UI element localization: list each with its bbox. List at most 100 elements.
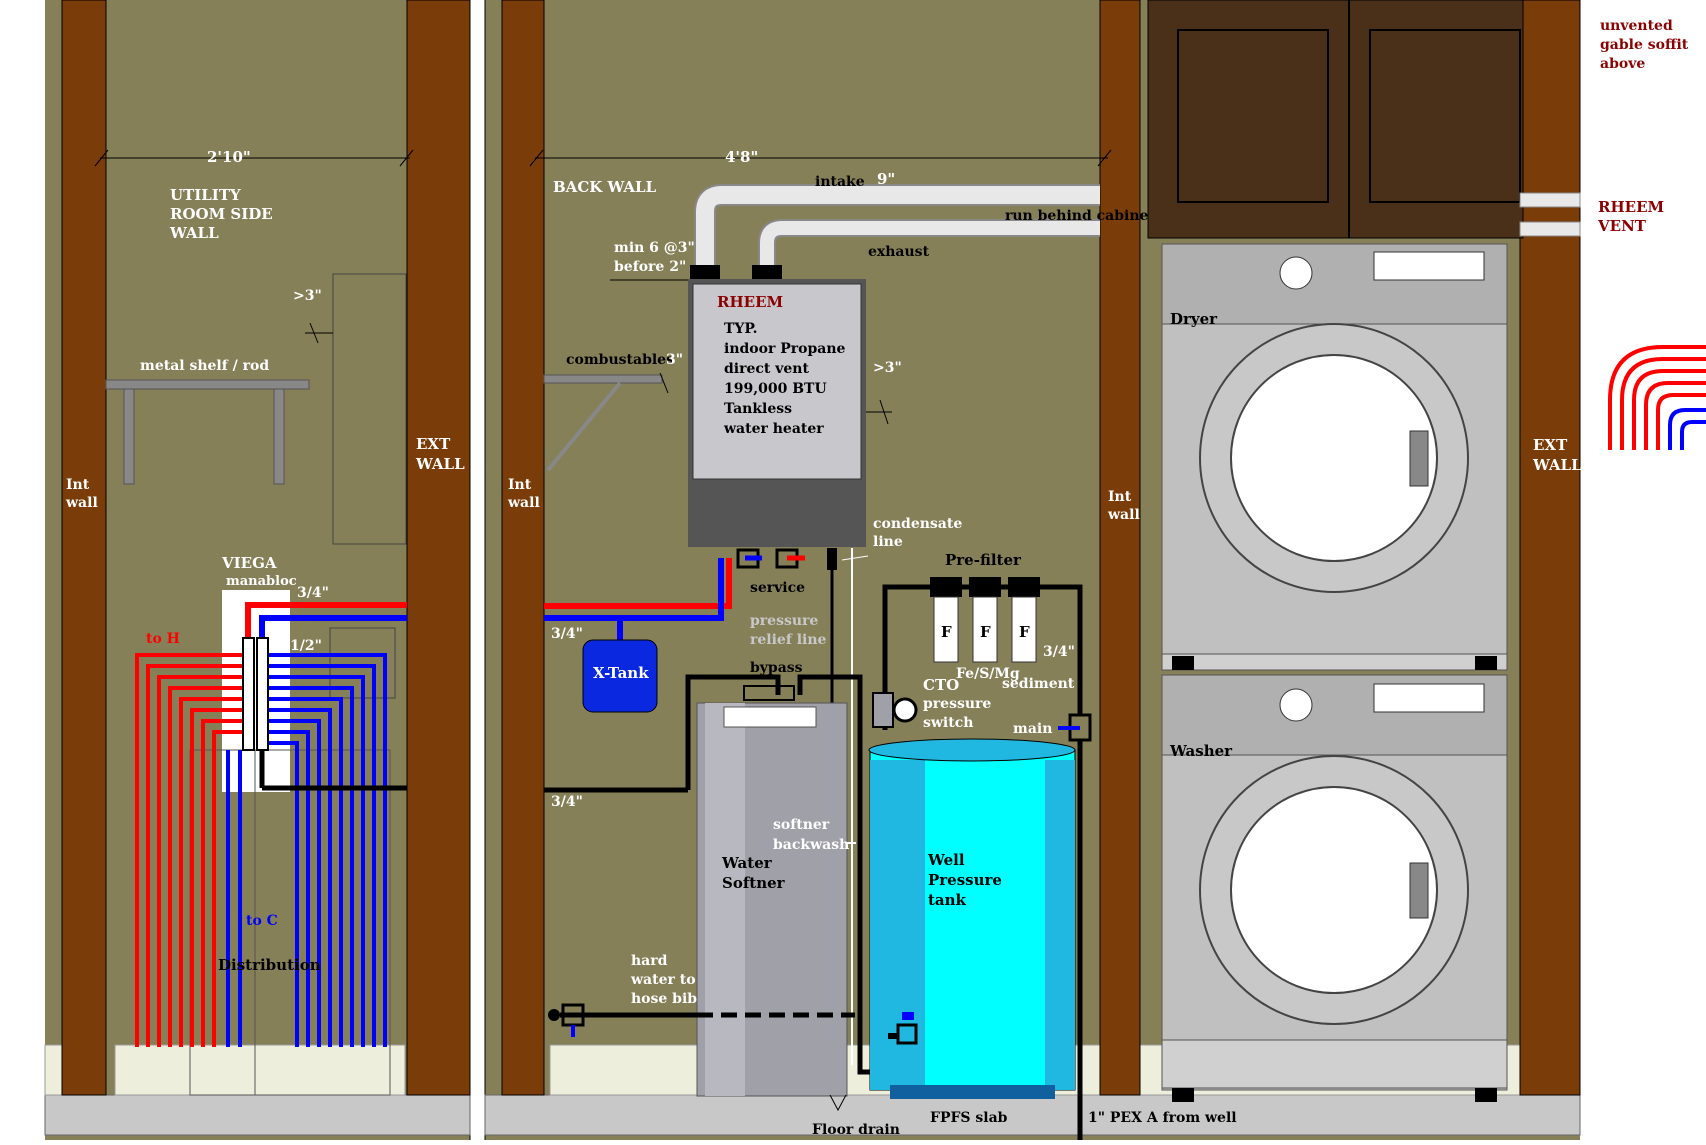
pressure-tank-shade-r [1045,760,1075,1090]
rheem-vent-label-1: RHEEM [1598,198,1664,216]
heater-text-3: direct vent [724,361,809,377]
rheem-vent-tube-2 [1519,221,1581,237]
right-int-wall-1: Int [1108,489,1132,505]
washer-foot-l [1172,1088,1194,1102]
shelf-board [105,379,310,390]
shelf-leg-r [273,388,285,485]
dryer-display [1373,251,1485,281]
intake-length: 9" [877,170,895,188]
xtank-label: X-Tank [593,664,649,682]
heater-text-1: TYP. [724,321,758,337]
filter-2: F [980,623,991,641]
run-behind-label: run behind cabinet [1005,208,1155,224]
slab-label: FPFS slab [930,1110,1008,1126]
left-ext-wall-2: WALL [415,455,465,473]
pressure-tank-base [890,1085,1055,1099]
pressure-switch-gauge [892,697,918,723]
main-label: main [1013,721,1052,737]
relief-label-2: relief line [750,632,827,648]
washer-display [1373,683,1485,713]
washer-base [1161,1039,1508,1089]
condensate-label-1: condensate [873,516,962,532]
heater-text-4: 199,000 BTU [724,381,827,397]
left-floor [44,1094,471,1136]
vent-rule-2: before 2" [614,259,686,275]
left-int-stud [61,0,107,1096]
right-int-stud [1099,0,1141,1096]
pressure-switch-1: pressure [923,696,991,712]
center-supply-size-1: 3/4" [551,626,583,642]
washer-door-inner [1230,786,1438,994]
shelf-leg-l [123,388,135,485]
right-int-wall-2: wall [1107,507,1140,523]
cto-valve [872,692,894,728]
tank-drain-handle [902,1012,914,1020]
left-int-wall-1: Int [66,477,90,493]
dryer-door-inner [1230,354,1438,562]
condensate-label-2: line [873,534,903,550]
softener-cap [723,706,817,728]
tank-drain-spout [888,1033,898,1039]
left-title-2: ROOM SIDE [170,205,273,223]
to-cold-label: to C [246,913,278,929]
distribution-label: Distribution [218,956,321,974]
cto-label: CTO [923,676,959,694]
soffit-label-2: gable soffit [1600,37,1689,53]
filter-sed-label: sediment [1002,676,1075,692]
to-hot-label: to H [146,631,180,647]
service-label: service [750,580,805,596]
left-ext-wall-1: EXT [416,435,451,453]
dryer-handle [1409,430,1429,487]
dryer-knob [1279,256,1313,290]
manifold-bar-cold [256,637,269,751]
shelf-label: metal shelf / rod [140,358,269,374]
vent-rule-1: min 6 @3" [614,240,695,256]
center-dimension: 4'8" [725,148,758,166]
pex-well-label: 1" PEX A from well [1088,1110,1237,1126]
right-floor [484,1094,1581,1136]
diagram-canvas: 2'10" UTILITY ROOM SIDE WALL >3" metal s… [44,0,1706,1140]
relief-label-1: pressure [750,613,818,629]
backwash-label-1: softner [773,817,830,833]
left-clearance: >3" [293,288,322,304]
heater-text-5: Tankless [724,401,792,417]
floor-drain-label: Floor drain [812,1122,900,1138]
center-int-wall-2: wall [507,495,540,511]
left-title-1: UTILITY [170,186,241,204]
pipe-bend-icon [1608,345,1706,450]
filter-size: 3/4" [1043,644,1075,660]
heater-brand: RHEEM [717,293,783,311]
filter-bank [930,577,1040,663]
center-int-wall-1: Int [508,477,532,493]
right-ext-stud [1519,0,1581,1096]
dryer-foot-r [1475,656,1497,670]
condensate-trap [827,548,837,570]
left-title-3: WALL [169,224,219,242]
softener-label-2: Softner [722,874,786,892]
manifold-label-1: VIEGA [221,554,277,572]
washer-label: Washer [1169,742,1233,760]
exhaust-label: exhaust [868,244,930,260]
hose-bib-handle [548,1009,560,1021]
filter-3: F [1019,623,1030,641]
pressure-tank-label-3: tank [928,891,967,909]
center-int-stud [501,0,545,1096]
center-supply-size-2: 3/4" [551,794,583,810]
washer-handle [1409,862,1429,919]
dryer-base [1161,653,1508,671]
hard-water-label-1: hard [631,953,668,969]
heater-text-2: indoor Propane [724,341,845,357]
pressure-tank-label-1: Well [927,851,965,869]
right-ext-wall-2: WALL [1532,456,1582,474]
heater-text-6: water heater [723,421,824,437]
washer-knob [1279,688,1313,722]
manifold-bar-hot [242,637,255,751]
dryer-label: Dryer [1170,310,1218,328]
softener-label-1: Water [721,854,773,872]
back-wall-label: BACK WALL [553,178,657,196]
combustables-label: combustables [566,352,674,368]
pressure-tank-label-2: Pressure [928,871,1002,889]
utility-room-diagram: 2'10" UTILITY ROOM SIDE WALL >3" metal s… [0,0,1706,1140]
intake-label: intake [815,174,865,190]
combustables-shelf [543,374,663,384]
